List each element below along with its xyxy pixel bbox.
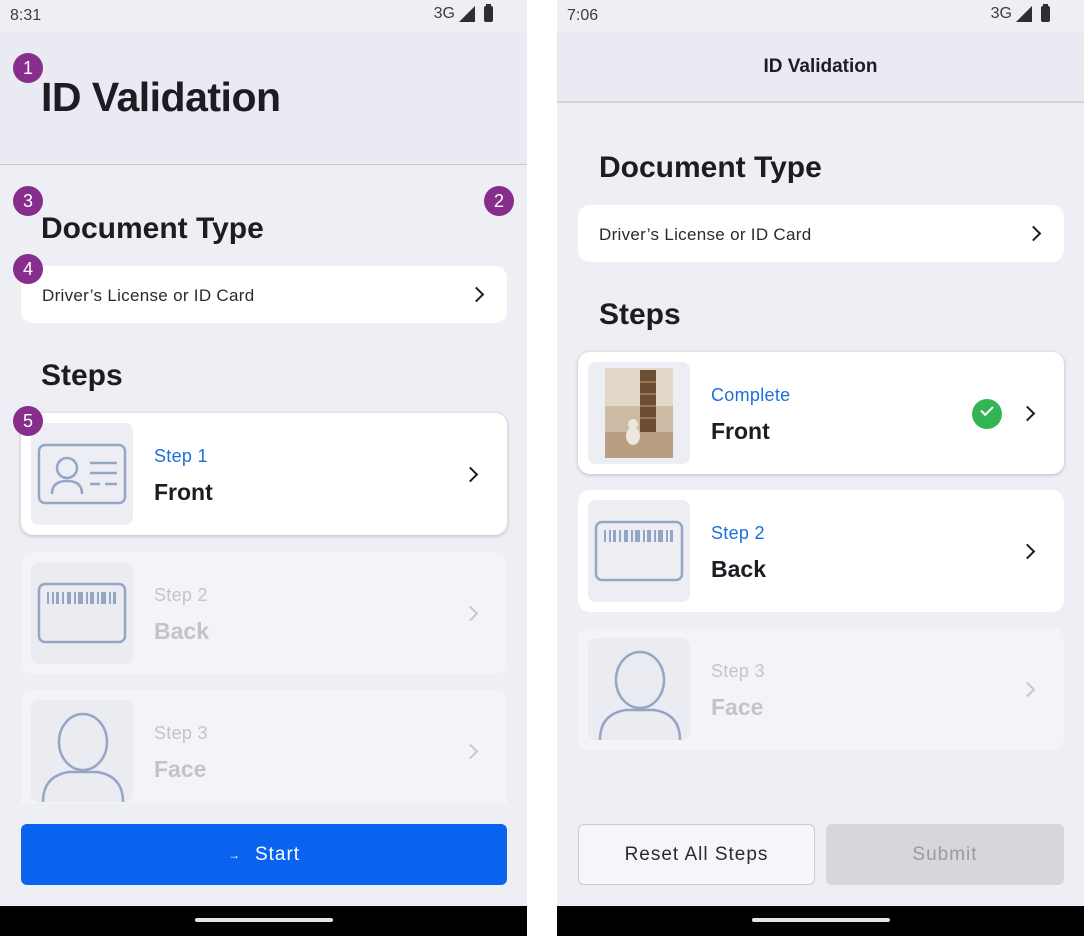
step-label: Step 2 xyxy=(711,523,765,543)
reset-all-steps-button[interactable]: Reset All Steps xyxy=(578,824,815,885)
status-time: 8:31 xyxy=(10,7,42,24)
steps-heading: Steps xyxy=(599,298,681,331)
signal-icon xyxy=(459,6,475,22)
chevron-right-icon xyxy=(462,466,479,483)
chevron-right-icon xyxy=(1025,225,1042,242)
document-type-selector[interactable]: Driver’s License or ID Card xyxy=(578,205,1064,262)
arrow-right-icon: → xyxy=(227,847,241,862)
phone-screen-right: 7:06 3G ID Validation Document Type Driv… xyxy=(557,0,1084,936)
battery-icon xyxy=(1041,4,1050,22)
step-card-front[interactable]: Step 1 Front xyxy=(21,413,507,535)
system-nav-bar xyxy=(0,906,527,936)
annotation-badge: 1 xyxy=(13,53,43,83)
step-name: Face xyxy=(154,756,207,782)
status-time: 7:06 xyxy=(567,7,599,24)
document-type-heading: Document Type xyxy=(41,212,264,245)
start-button-label: Start xyxy=(254,843,301,865)
check-circle-icon xyxy=(972,399,1002,429)
step-name: Back xyxy=(154,618,209,644)
chevron-right-icon xyxy=(1019,543,1036,560)
system-nav-bar xyxy=(557,906,1084,936)
document-type-value: Driver’s License or ID Card xyxy=(599,225,812,244)
chevron-right-icon xyxy=(462,743,479,760)
step-label: Step 3 xyxy=(711,661,765,681)
page-title: ID Validation xyxy=(41,74,281,120)
home-handle[interactable] xyxy=(751,918,890,922)
step-name: Front xyxy=(711,418,770,444)
signal-icon xyxy=(1016,6,1032,22)
document-type-heading: Document Type xyxy=(599,151,822,184)
barcode-card-icon xyxy=(588,500,690,602)
chevron-right-icon xyxy=(462,605,479,622)
start-button[interactable]: → Start xyxy=(21,824,507,885)
step-label: Step 2 xyxy=(154,585,208,605)
chevron-right-icon xyxy=(1019,681,1036,698)
annotation-badge: 3 xyxy=(13,186,43,216)
battery-icon xyxy=(484,4,493,22)
document-type-selector[interactable]: Driver’s License or ID Card xyxy=(21,266,507,323)
step-card-back: Step 2 Back xyxy=(21,552,507,674)
phone-screen-left: 8:31 3G ID Validation Document Type Driv… xyxy=(0,0,527,936)
step-card-front[interactable]: Complete Front xyxy=(578,352,1064,474)
step-name: Front xyxy=(154,479,213,505)
person-icon xyxy=(588,638,690,740)
person-icon xyxy=(31,700,133,802)
steps-heading: Steps xyxy=(41,359,123,392)
document-type-value: Driver’s License or ID Card xyxy=(42,286,255,305)
page-title: ID Validation xyxy=(763,56,878,77)
step-name: Back xyxy=(711,556,766,582)
network-label: 3G xyxy=(990,5,1012,22)
status-bar: 7:06 3G xyxy=(557,0,1084,32)
captured-photo-thumbnail xyxy=(588,362,690,464)
chevron-right-icon xyxy=(1019,405,1036,422)
network-label: 3G xyxy=(433,5,455,22)
chevron-right-icon xyxy=(468,286,485,303)
id-card-icon xyxy=(31,423,133,525)
step-name: Face xyxy=(711,694,764,720)
step-status-label: Complete xyxy=(711,385,791,405)
annotation-badge: 4 xyxy=(13,254,43,284)
page-header: ID Validation xyxy=(0,32,527,165)
step-card-face: Step 3 Face xyxy=(21,690,507,812)
annotation-badge: 5 xyxy=(13,406,43,436)
submit-button: Submit xyxy=(826,824,1064,885)
home-handle[interactable] xyxy=(194,918,333,922)
step-label: Step 1 xyxy=(154,446,208,466)
step-label: Step 3 xyxy=(154,723,208,743)
page-header: ID Validation xyxy=(557,32,1084,103)
annotation-badge: 2 xyxy=(484,186,514,216)
step-card-face: Step 3 Face xyxy=(578,628,1064,750)
status-bar: 8:31 3G xyxy=(0,0,527,32)
barcode-card-icon xyxy=(31,562,133,664)
step-card-back[interactable]: Step 2 Back xyxy=(578,490,1064,612)
